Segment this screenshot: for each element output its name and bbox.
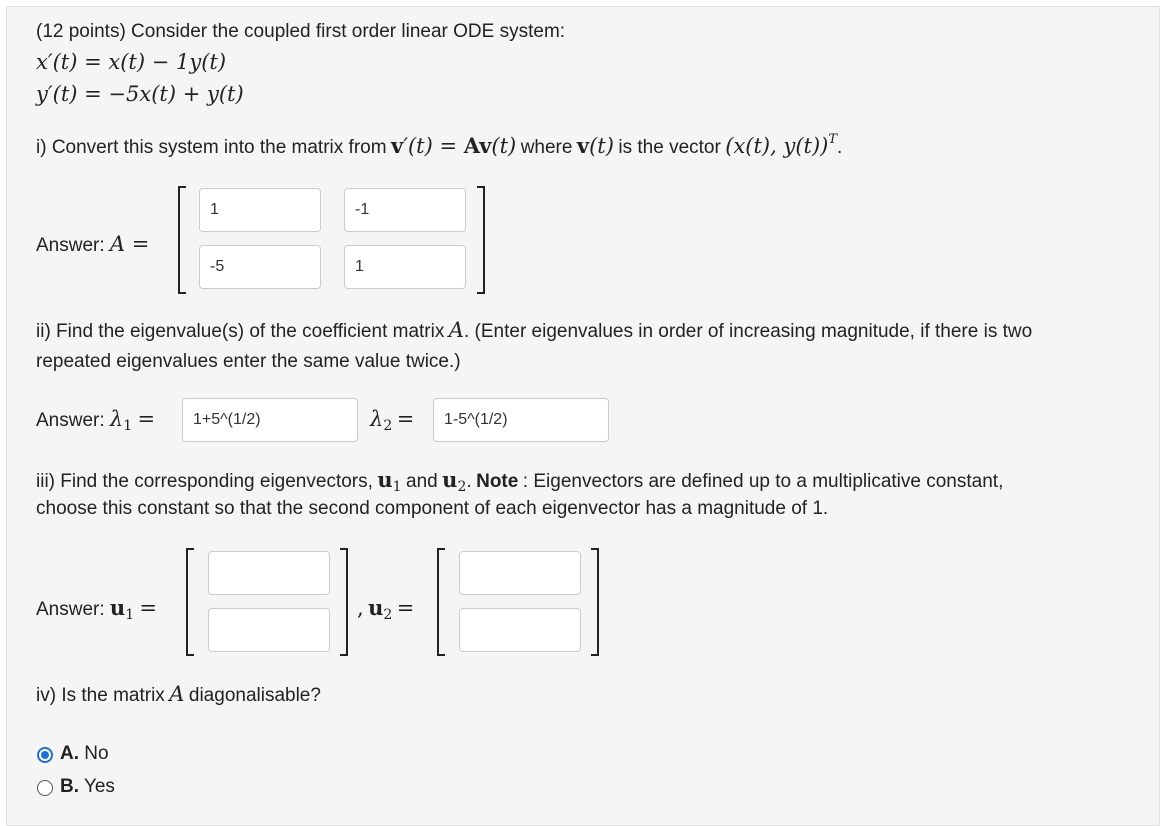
u1-right-bracket [340, 548, 348, 656]
u2-bottom-input[interactable] [459, 608, 581, 652]
matrix-a22-input[interactable]: 1 [344, 245, 466, 289]
matrix-a21-input[interactable]: -5 [199, 245, 321, 289]
part-iii-prompt: iii) Find the corresponding eigenvectors… [36, 467, 1004, 495]
matrix-a11-input[interactable]: 1 [199, 188, 321, 232]
part-i-text-a: i) Convert this system into the matrix f… [36, 137, 387, 158]
option-b-radio[interactable] [37, 780, 53, 796]
part-i-answer-label: Answer: A = [36, 232, 150, 256]
equation-1: x′(t) = x(t) − 1y(t) [36, 50, 227, 74]
part-iii-answer-label: Answer: u1 = [36, 595, 158, 623]
option-b-label[interactable]: B. Yes [60, 776, 115, 798]
part-iv-prompt: iv) Is the matrix A diagonalisable? [36, 682, 321, 706]
lambda1-symbol: λ1 [109, 407, 133, 434]
part-i-equation: v′(t) = Av(t) [391, 133, 517, 158]
lambda1-input[interactable]: 1+5^(1/2) [182, 398, 358, 442]
u1-left-bracket [186, 548, 194, 656]
question-intro: (12 points) Consider the coupled first o… [36, 21, 566, 42]
option-a-label[interactable]: A. No [60, 743, 109, 765]
u1-bottom-input[interactable] [208, 608, 330, 652]
part-i-text-b: where [520, 137, 573, 158]
matrix-a-right-bracket [477, 186, 485, 294]
option-a-radio[interactable] [37, 747, 53, 763]
matrix-a12-input[interactable]: -1 [344, 188, 466, 232]
u2-left-bracket [437, 548, 445, 656]
u1-top-input[interactable] [208, 551, 330, 595]
part-ii-prompt-line2: repeated eigenvalues enter the same valu… [36, 351, 461, 372]
part-i-vector: (x(t), y(t))T [725, 132, 838, 158]
u2-top-input[interactable] [459, 551, 581, 595]
u2-right-bracket [591, 548, 599, 656]
part-ii-answer-label: Answer: λ1 = [36, 407, 156, 434]
part-i-vector-symbol: v(t) [576, 133, 614, 158]
equation-2: y′(t) = −5x(t) + y(t) [36, 82, 244, 106]
matrix-a-left-bracket [178, 186, 186, 294]
lambda2-input[interactable]: 1-5^(1/2) [433, 398, 609, 442]
part-iii-prompt-line2: choose this constant so that the second … [36, 498, 829, 519]
part-i-text-c: is the vector [618, 137, 721, 158]
u2-label: , u2 = [357, 595, 415, 623]
part-i-prompt: i) Convert this system into the matrix f… [36, 132, 843, 158]
lambda2-label: λ2 = [370, 407, 415, 434]
part-ii-prompt: ii) Find the eigenvalue(s) of the coeffi… [36, 318, 1033, 342]
